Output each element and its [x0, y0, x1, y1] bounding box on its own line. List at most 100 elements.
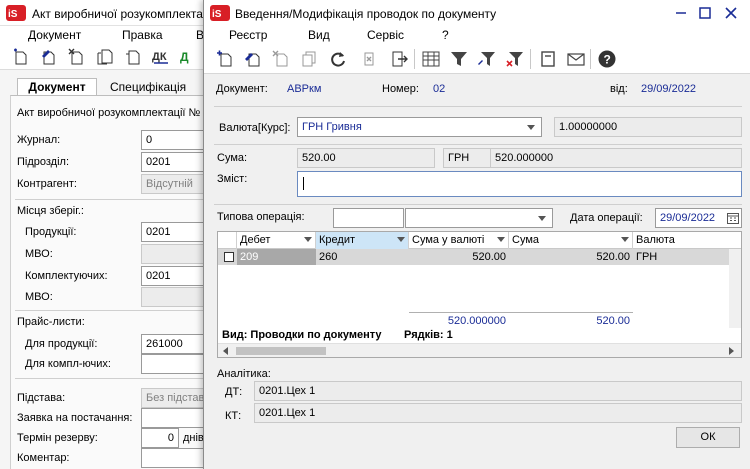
toolbar-separator: [530, 49, 531, 69]
col-debit[interactable]: Дебет: [237, 232, 316, 249]
number-label: Номер:: [382, 83, 419, 95]
grid-view-icon[interactable]: [422, 50, 440, 68]
table-row[interactable]: 209 260 520.00 520.00 ГРН: [218, 249, 741, 265]
app-logo-icon: iS: [6, 5, 26, 24]
calendar-icon[interactable]: [727, 212, 739, 224]
operation-date-value: 29/09/2022: [660, 212, 716, 224]
exit-icon[interactable]: [390, 50, 408, 68]
rate-field[interactable]: 1.00000000: [554, 117, 742, 137]
text-caret: [303, 177, 304, 190]
chevron-right-icon[interactable]: [727, 347, 735, 355]
dt-label: ДТ:: [225, 386, 243, 398]
chevron-down-icon[interactable]: [527, 125, 535, 130]
view-label: Вид: Проводки по документу: [222, 329, 382, 341]
chevron-down-icon[interactable]: [497, 237, 505, 242]
posting-icon[interactable]: Д: [180, 48, 198, 66]
add-row-icon[interactable]: [12, 48, 30, 66]
bg-menu-edit[interactable]: Правка: [122, 28, 163, 42]
postings-grid[interactable]: Дебет Кредит Сума у валюті Сума Валюта 2…: [217, 231, 742, 358]
bg-menu-document[interactable]: Документ: [28, 28, 81, 42]
filter-clear-icon[interactable]: [506, 50, 524, 68]
menu-registry[interactable]: Реєстр: [229, 28, 267, 42]
svg-text:?: ?: [604, 53, 611, 67]
operation-date-label: Дата операції:: [570, 212, 643, 224]
separator: [214, 106, 742, 107]
doc-heading: Акт виробничої розукомплектації №: [17, 107, 201, 119]
col-currency[interactable]: Валюта: [633, 232, 741, 249]
help-icon[interactable]: ?: [598, 50, 616, 68]
content-input[interactable]: [297, 171, 742, 197]
grid-header-check: [218, 232, 237, 249]
chevron-down-icon[interactable]: [538, 216, 546, 221]
content-label: Зміст:: [217, 173, 248, 185]
bg-title-bar: iS Акт виробничої розукомплектації: [0, 0, 220, 26]
currency-select[interactable]: ГРН Гривня: [297, 117, 542, 137]
typical-operation-code[interactable]: [333, 208, 404, 228]
document-value: АВРкм: [287, 83, 322, 95]
edit-posting-icon[interactable]: [244, 50, 262, 68]
menu-view[interactable]: Вид: [308, 28, 330, 42]
total-sum: 520.00: [509, 312, 633, 328]
pricelists-label: Прайс-листи:: [17, 316, 85, 328]
col-credit[interactable]: Кредит: [316, 232, 409, 249]
cell-sum[interactable]: 520.00: [509, 249, 633, 265]
menu-service[interactable]: Сервіс: [367, 28, 404, 42]
sum-currency-value-field[interactable]: 520.000000: [490, 148, 742, 168]
add-posting-icon[interactable]: [216, 50, 234, 68]
number-value: 02: [433, 83, 446, 95]
filter-edit-icon[interactable]: [478, 50, 496, 68]
basis-label: Підстава:: [17, 392, 66, 404]
sum-field[interactable]: 520.00: [297, 148, 435, 168]
maximize-icon[interactable]: [696, 4, 714, 22]
chevron-left-icon[interactable]: [222, 347, 230, 355]
tab-specification[interactable]: Специфікація: [110, 80, 186, 94]
chevron-down-icon[interactable]: [621, 237, 629, 242]
mvo1-label: МВО:: [25, 248, 53, 260]
copy-posting-icon[interactable]: [300, 50, 318, 68]
analytics-label: Аналітика:: [217, 368, 271, 380]
col-sum-currency[interactable]: Сума у валюті: [409, 232, 509, 249]
cell-debit[interactable]: 209: [237, 249, 316, 265]
ok-button[interactable]: ОК: [676, 427, 740, 448]
cancel-posting-icon[interactable]: [360, 50, 378, 68]
total-sum-currency: 520.000000: [409, 312, 509, 328]
bg-toolbar: ДК Д: [0, 44, 220, 70]
menu-help[interactable]: ?: [442, 28, 449, 42]
sum-currency-field[interactable]: ГРН: [443, 148, 491, 168]
copy-row-icon[interactable]: [96, 48, 114, 66]
edit-row-icon[interactable]: [40, 48, 58, 66]
filter-icon[interactable]: [450, 50, 468, 68]
grid-header: Дебет Кредит Сума у валюті Сума Валюта: [218, 232, 741, 249]
cell-credit[interactable]: 260: [316, 249, 409, 265]
new-doc-icon[interactable]: [124, 48, 142, 66]
delete-row-icon[interactable]: [68, 48, 86, 66]
document-view-icon[interactable]: [539, 50, 557, 68]
debit-credit-icon[interactable]: ДК: [152, 48, 170, 66]
row-checkbox[interactable]: [224, 252, 234, 262]
kt-field[interactable]: 0201.Цех 1: [254, 403, 742, 423]
typical-operation-select[interactable]: [405, 208, 553, 228]
cell-currency[interactable]: ГРН: [633, 249, 741, 265]
svg-text:iS: iS: [8, 9, 18, 20]
refresh-icon[interactable]: [330, 50, 348, 68]
reserve-field[interactable]: 0: [141, 428, 179, 448]
delete-posting-icon[interactable]: [272, 50, 290, 68]
dt-field[interactable]: 0201.Цех 1: [254, 381, 742, 401]
bg-tabs: Документ Специфікація: [0, 74, 220, 97]
chevron-down-icon[interactable]: [304, 237, 312, 242]
separator: [214, 204, 742, 205]
scrollbar-thumb[interactable]: [236, 347, 326, 355]
separator: [15, 378, 220, 379]
kt-label: КТ:: [225, 410, 242, 422]
close-icon[interactable]: [722, 4, 740, 22]
operation-date-field[interactable]: 29/09/2022: [655, 208, 742, 228]
mail-icon[interactable]: [567, 50, 585, 68]
col-sum[interactable]: Сума: [509, 232, 633, 249]
chevron-down-icon[interactable]: [397, 237, 405, 242]
bg-window-title: Акт виробничої розукомплектації: [32, 7, 216, 21]
minimize-icon[interactable]: [672, 4, 690, 22]
products-label: Продукції:: [25, 226, 77, 238]
grid-horizontal-scrollbar[interactable]: [218, 343, 741, 357]
cell-sum-currency[interactable]: 520.00: [409, 249, 509, 265]
grid-vertical-scrollbar[interactable]: [729, 249, 741, 328]
